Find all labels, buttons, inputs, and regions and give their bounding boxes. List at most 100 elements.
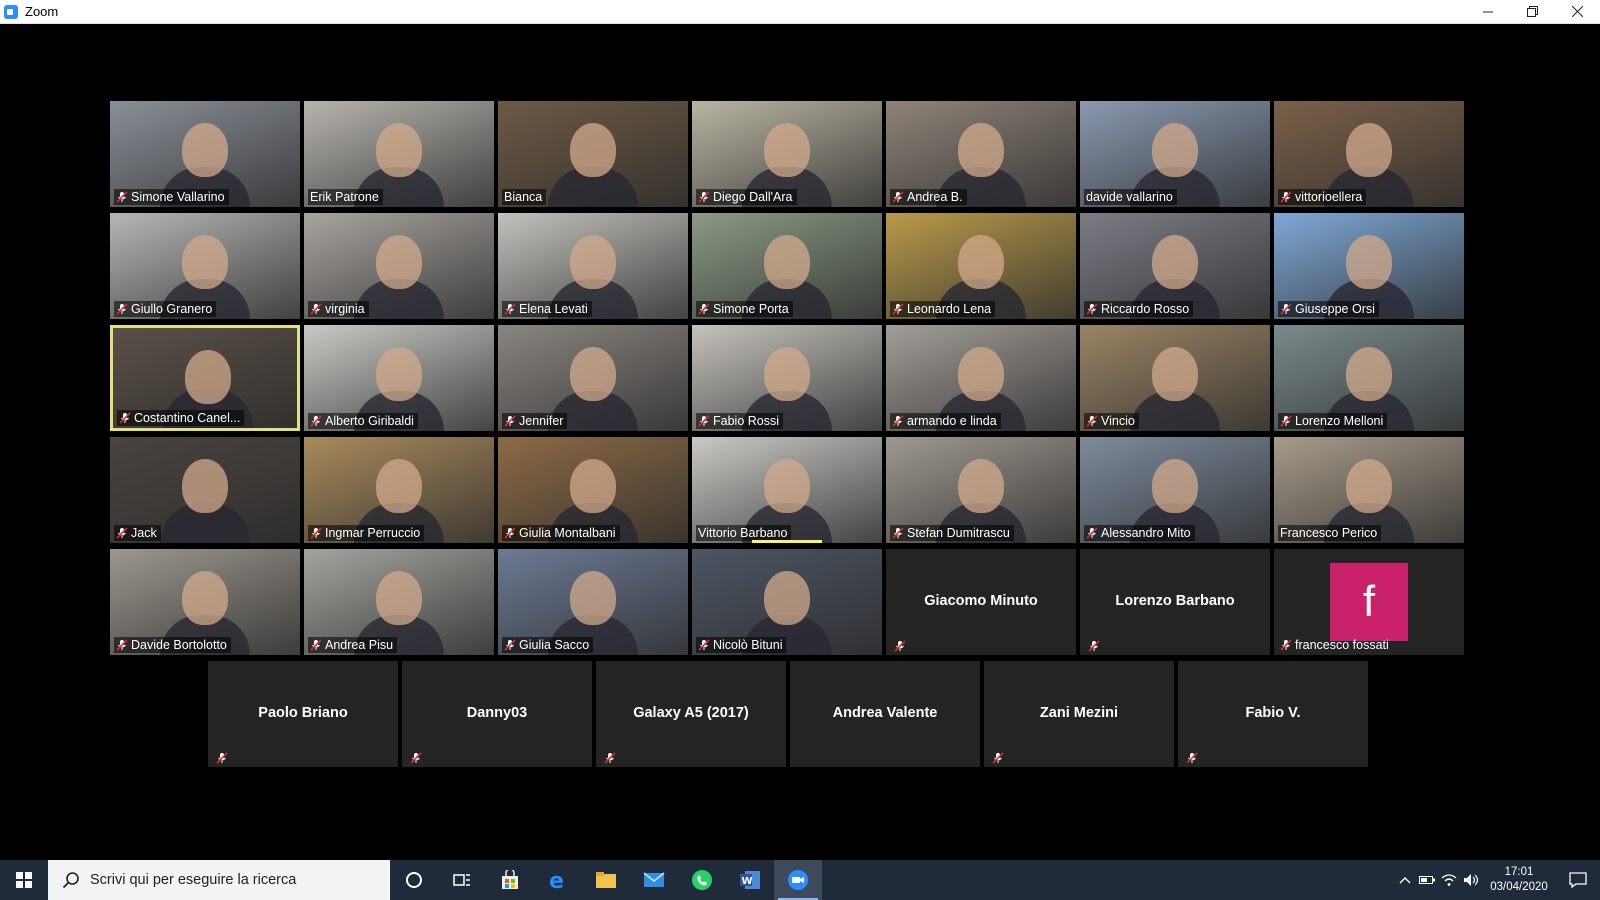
participant-name-label: Simone Vallarino — [114, 189, 229, 205]
participant-tile[interactable]: Zani Mezini — [984, 661, 1174, 767]
participant-tile[interactable]: Francesco Perico — [1274, 437, 1464, 543]
wifi-button[interactable] — [1438, 860, 1460, 900]
participant-name: davide vallarino — [1086, 190, 1173, 204]
word-button[interactable]: W — [726, 860, 774, 900]
participant-tile[interactable]: Giulia Sacco — [498, 549, 688, 655]
muted-mic-icon — [698, 639, 710, 651]
windows-logo-icon — [16, 872, 32, 888]
participant-name-label: Giuseppe Orsi — [1278, 301, 1379, 317]
participant-tile[interactable]: Giullo Granero — [110, 213, 300, 319]
participant-tile[interactable]: Vincio — [1080, 325, 1270, 431]
participant-tile[interactable]: Jennifer — [498, 325, 688, 431]
participant-name-label: Ingmar Perruccio — [308, 525, 425, 541]
participant-tile[interactable]: Diego Dall'Ara — [692, 101, 882, 207]
participant-tile[interactable]: Fabio V. — [1178, 661, 1368, 767]
participant-name: Francesco Perico — [1280, 526, 1378, 540]
participant-tile[interactable]: Paolo Briano — [208, 661, 398, 767]
participant-tile[interactable]: Riccardo Rosso — [1080, 213, 1270, 319]
participant-name-label: Riccardo Rosso — [1084, 301, 1194, 317]
participant-tile[interactable]: Giuseppe Orsi — [1274, 213, 1464, 319]
participant-tile[interactable]: Alberto Giribaldi — [304, 325, 494, 431]
participant-tile[interactable]: Ingmar Perruccio — [304, 437, 494, 543]
participant-tile[interactable]: Nicolò Bituni — [692, 549, 882, 655]
participant-name: Giulia Sacco — [519, 638, 590, 652]
file-explorer-button[interactable] — [582, 860, 630, 900]
participant-name: Alessandro Mito — [1101, 526, 1191, 540]
start-button[interactable] — [0, 860, 48, 900]
participant-name-label: Giulia Montalbani — [502, 525, 620, 541]
action-center-button[interactable] — [1556, 860, 1600, 900]
participant-tile[interactable]: Alessandro Mito — [1080, 437, 1270, 543]
participant-tile[interactable]: Stefan Dumitrascu — [886, 437, 1076, 543]
participant-tile[interactable]: Costantino Canel... — [110, 325, 300, 431]
taskbar-search[interactable]: Scrivi qui per eseguire la ricerca — [48, 860, 390, 900]
participant-name-label: virginia — [308, 301, 369, 317]
zoom-taskbar-button[interactable] — [774, 860, 822, 900]
participant-face — [376, 347, 422, 401]
participant-face — [1346, 123, 1392, 177]
participant-tile[interactable]: Erik Patrone — [304, 101, 494, 207]
participant-tile[interactable]: Elena Levati — [498, 213, 688, 319]
participant-tile[interactable]: davide vallarino — [1080, 101, 1270, 207]
participant-face — [182, 235, 228, 289]
participant-name-label: Erik Patrone — [308, 189, 383, 205]
participant-tile[interactable]: Bianca — [498, 101, 688, 207]
participant-tile[interactable]: armando e linda — [886, 325, 1076, 431]
participant-tile[interactable]: Jack — [110, 437, 300, 543]
avatar: f — [1330, 563, 1408, 641]
participant-tile[interactable]: Davide Bortolotto — [110, 549, 300, 655]
task-view-button[interactable] — [438, 860, 486, 900]
participant-name: Andrea B. — [907, 190, 963, 204]
close-button[interactable] — [1555, 0, 1600, 23]
participant-tile[interactable]: Andrea Valente — [790, 661, 980, 767]
participant-tile[interactable]: Fabio Rossi — [692, 325, 882, 431]
muted-mic-icon — [1088, 639, 1100, 652]
whatsapp-icon — [692, 870, 712, 890]
participant-tile[interactable]: vittorioellera — [1274, 101, 1464, 207]
participant-tile[interactable]: Galaxy A5 (2017) — [596, 661, 786, 767]
store-button[interactable] — [486, 860, 534, 900]
participant-tile[interactable]: Simone Porta — [692, 213, 882, 319]
participant-tile[interactable]: Vittorio Barbano — [692, 437, 882, 543]
taskbar-clock[interactable]: 17:01 03/04/2020 — [1482, 860, 1556, 900]
participant-tile[interactable]: virginia — [304, 213, 494, 319]
zoom-app-icon — [4, 4, 18, 19]
participant-tile[interactable]: f francesco fossati — [1274, 549, 1464, 655]
participant-tile[interactable]: Lorenzo Melloni — [1274, 325, 1464, 431]
participant-face — [570, 123, 616, 177]
chevron-up-icon — [1399, 877, 1411, 884]
muted-mic-icon — [310, 303, 322, 315]
muted-mic-icon — [310, 527, 322, 539]
cortana-icon — [406, 872, 422, 888]
participant-tile[interactable]: Andrea B. — [886, 101, 1076, 207]
participant-tile[interactable]: Simone Vallarino — [110, 101, 300, 207]
participant-name: francesco fossati — [1295, 638, 1389, 652]
muted-mic-icon — [116, 527, 128, 539]
muted-mic-icon — [992, 751, 1004, 764]
battery-button[interactable] — [1416, 860, 1438, 900]
volume-button[interactable] — [1460, 860, 1482, 900]
muted-mic-icon — [1186, 751, 1198, 764]
participant-tile[interactable]: Lorenzo Barbano — [1080, 549, 1270, 655]
store-icon — [502, 870, 518, 889]
participant-tile[interactable]: Giulia Montalbani — [498, 437, 688, 543]
participant-tile[interactable]: Leonardo Lena — [886, 213, 1076, 319]
muted-mic-icon — [1280, 303, 1292, 315]
participant-tile[interactable]: Giacomo Minuto — [886, 549, 1076, 655]
restore-button[interactable] — [1510, 0, 1555, 23]
participant-tile[interactable]: Andrea Pisu — [304, 549, 494, 655]
mail-button[interactable] — [630, 860, 678, 900]
participant-tile[interactable]: Danny03 — [402, 661, 592, 767]
minimize-icon — [1482, 11, 1493, 12]
show-hidden-icons-button[interactable] — [1394, 860, 1416, 900]
whatsapp-button[interactable] — [678, 860, 726, 900]
participant-face — [764, 235, 810, 289]
participant-name-label: armando e linda — [890, 413, 1001, 429]
participant-face — [958, 235, 1004, 289]
participant-name: Giuseppe Orsi — [1295, 302, 1375, 316]
cortana-button[interactable] — [390, 860, 438, 900]
minimize-button[interactable] — [1465, 0, 1510, 23]
participant-name: Vittorio Barbano — [698, 526, 788, 540]
participant-face — [182, 123, 228, 177]
edge-button[interactable]: e — [534, 860, 582, 900]
